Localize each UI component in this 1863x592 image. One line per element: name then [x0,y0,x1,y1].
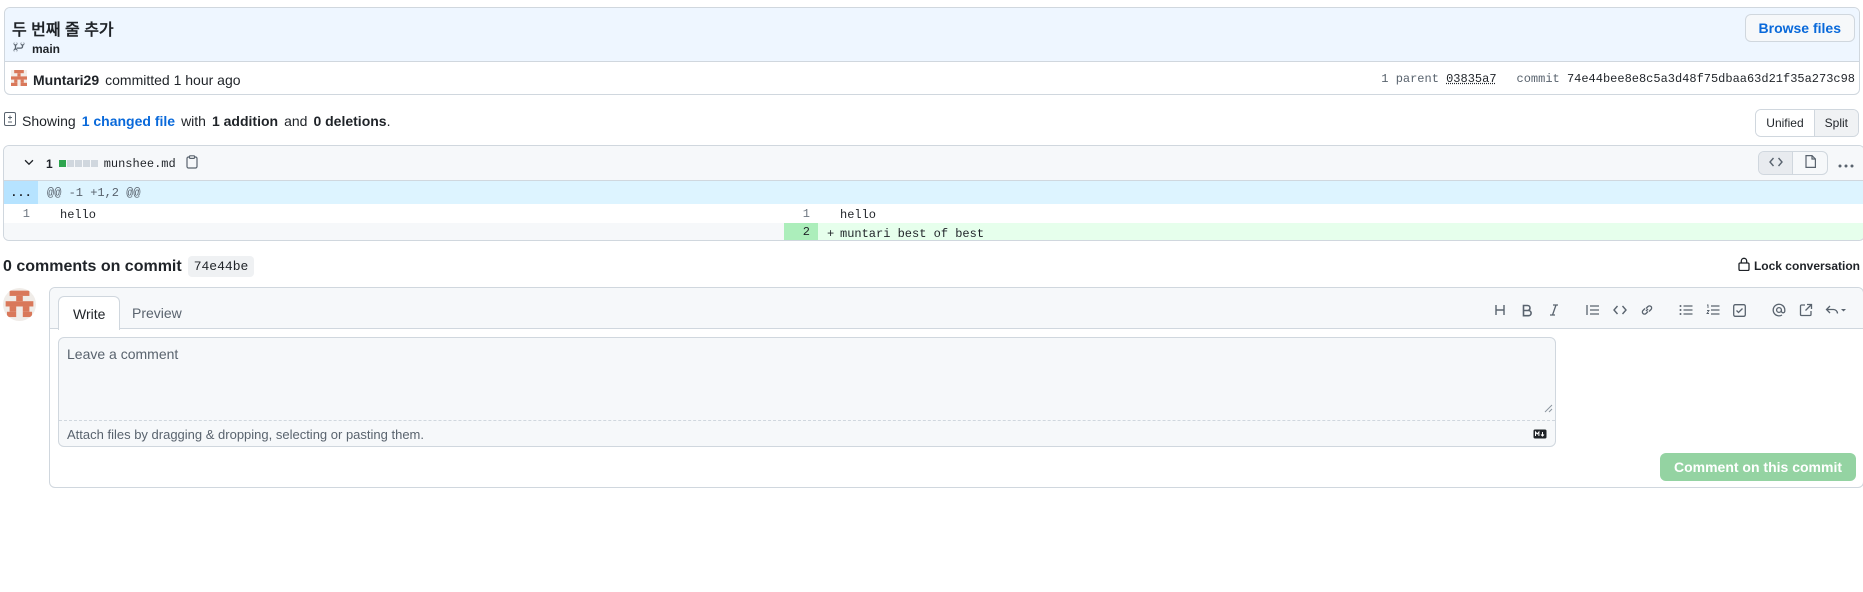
summary-and: and [284,112,308,129]
file-header-left: 1 munshee.md [22,155,198,172]
commit-author-row: Muntari29 committed 1 hour ago [11,70,241,89]
kebab-menu-icon[interactable] [1838,155,1854,171]
bold-icon[interactable] [1513,300,1540,320]
deletions-count: 0 deletions [313,112,387,129]
unordered-list-icon[interactable] [1672,300,1699,320]
markdown-toolbar [1486,300,1853,320]
changed-files-link[interactable]: 1 changed file [82,113,175,129]
hunk-header-row: ... @@ -1 +1,2 @@ [4,181,1863,204]
file-view-toggle [1758,151,1828,175]
file-change-count: 1 [46,156,53,171]
diffstat-neutral-box [74,160,82,167]
file-name[interactable]: munshee.md [104,157,176,171]
attach-files-bar[interactable]: Attach files by dragging & dropping, sel… [59,420,1555,447]
comments-count: 0 comments on commit [3,257,182,275]
diffstat-added-box [58,160,66,167]
right-line-code: hello [840,208,877,222]
rich-diff-button[interactable] [1793,152,1827,174]
additions-count: 1 addition [211,112,279,129]
link-icon[interactable] [1633,300,1660,320]
diff-row-right: 1 hello [784,204,1863,223]
commit-title: 두 번째 줄 추가 [12,22,114,39]
addition-marker: + [827,227,835,241]
parent-label: 1 parent [1381,72,1439,86]
commit-sha-info: 1 parent 03835a7 commit 74e44bee8e8c5a3d… [1381,72,1855,86]
summary-prefix: Showing [22,112,76,129]
added-line-code: muntari best of best [840,227,985,241]
commit-title-bar: 두 번째 줄 추가 main Browse files [5,8,1859,62]
diffstat-neutral-box [66,160,74,167]
diffstat-bar [58,160,98,167]
comments-heading: 0 comments on commit 74e44be [3,256,255,277]
split-view-button[interactable]: Split [1814,110,1858,136]
commit-label: commit [1516,72,1560,86]
heading-icon[interactable] [1486,300,1513,320]
italic-icon[interactable] [1540,300,1567,320]
parent-sha-link[interactable]: 03835a7 [1446,72,1496,86]
comment-submit-button[interactable]: Comment on this commit [1659,453,1856,481]
parent-info: 1 parent 03835a7 [1381,72,1496,86]
code-icon [1768,155,1783,171]
chevron-down-icon[interactable] [22,155,36,172]
mention-icon[interactable] [1765,300,1792,320]
task-list-icon[interactable] [1726,300,1753,320]
tab-preview[interactable]: Preview [132,296,182,329]
git-branch-icon [12,40,26,57]
file-diff-icon [4,112,16,129]
lock-icon [1738,257,1750,274]
comment-editor: Write Preview Attach files by dragging & [49,287,1863,488]
file-header-actions [1758,151,1854,175]
ordered-list-icon[interactable] [1699,300,1726,320]
code-icon[interactable] [1606,300,1633,320]
markdown-icon[interactable] [1533,427,1547,442]
copy-path-icon[interactable] [186,155,198,172]
diff-row-right-added: 2 + muntari best of best [784,223,1863,241]
attach-files-text: Attach files by dragging & dropping, sel… [67,426,424,442]
lock-conversation-label: Lock conversation [1753,258,1860,273]
lock-conversation-button[interactable]: Lock conversation [1738,257,1860,274]
added-line-number[interactable]: 2 [784,223,818,240]
comment-textarea-wrapper: Attach files by dragging & dropping, sel… [58,337,1556,447]
comment-textarea[interactable] [59,338,1555,420]
file-header: 1 munshee.md [4,146,1863,181]
expand-hunk-button[interactable]: ... [4,181,38,204]
right-line-number[interactable]: 1 [784,207,810,221]
user-avatar[interactable] [3,288,36,321]
commit-sha-chip[interactable]: 74e44be [187,256,255,277]
cross-reference-icon[interactable] [1792,300,1819,320]
commit-time: committed 1 hour ago [105,71,241,88]
diff-summary: Showing 1 changed file with 1 addition a… [4,112,390,129]
resize-handle-icon[interactable] [1544,400,1553,416]
branch-name[interactable]: main [32,42,60,56]
browse-files-button[interactable]: Browse files [1744,14,1855,42]
summary-with: with [181,112,206,129]
unified-view-button[interactable]: Unified [1756,110,1815,136]
saved-reply-icon[interactable] [1819,300,1853,320]
diff-view-toggle: Unified Split [1755,109,1859,137]
source-diff-button[interactable] [1759,152,1793,174]
hunk-header: @@ -1 +1,2 @@ [47,185,141,200]
tab-write[interactable]: Write [58,296,121,330]
commit-sha: 74e44bee8e8c5a3d48f75dbaa63d21f35a273c98 [1566,72,1855,86]
author-name[interactable]: Muntari29 [33,72,99,88]
branch-info: main [12,40,60,57]
file-diff: 1 munshee.md ... @@ -1 +1,2 @@ 1 hello 1… [3,145,1863,241]
file-icon [1804,155,1816,171]
summary-period: . [386,112,391,129]
diff-row-left: 1 hello [4,204,784,223]
author-avatar[interactable] [11,70,27,89]
editor-tabs: Write Preview [50,288,1863,330]
left-line-number[interactable]: 1 [4,207,30,221]
quote-icon[interactable] [1579,300,1606,320]
commit-info: commit 74e44bee8e8c5a3d48f75dbaa63d21f35… [1517,72,1855,86]
diffstat-neutral-box [90,160,98,167]
left-line-code: hello [60,208,97,222]
diffstat-neutral-box [82,160,90,167]
diff-row-left-empty [4,223,784,240]
commit-header: 두 번째 줄 추가 main Browse files Muntari29 co… [4,7,1860,95]
